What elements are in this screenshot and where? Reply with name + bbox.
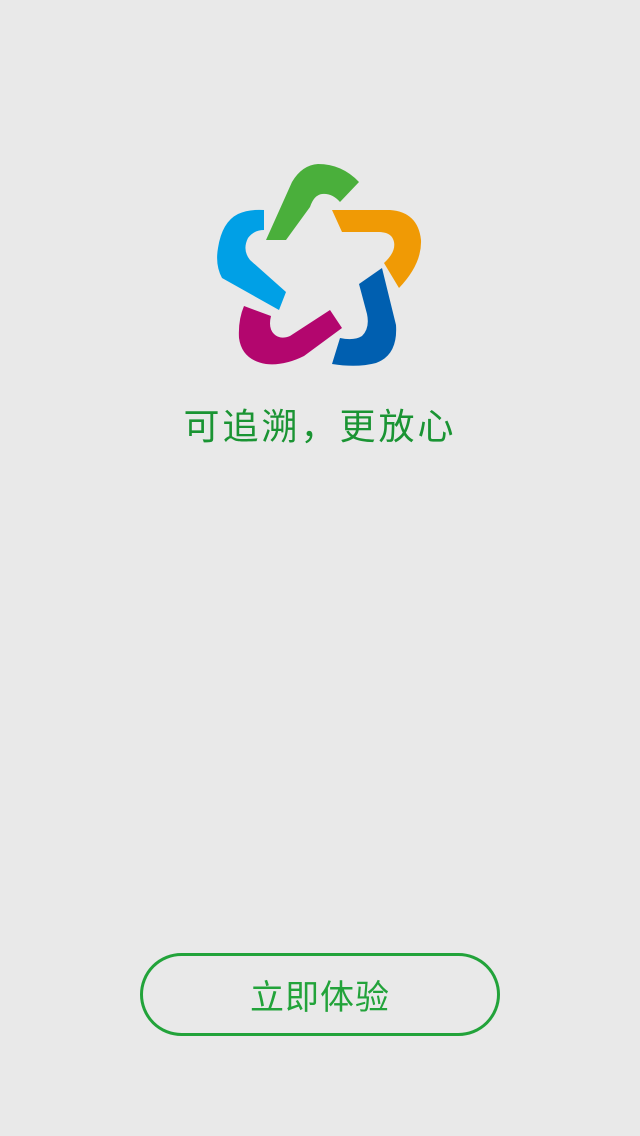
logo-petal-magenta [238, 306, 342, 365]
five-petal-star-logo-icon [217, 164, 422, 366]
logo-petal-blue [332, 268, 397, 366]
start-experience-button[interactable]: 立即体验 [140, 953, 500, 1036]
tagline: 可追溯，更放心 [183, 407, 457, 448]
